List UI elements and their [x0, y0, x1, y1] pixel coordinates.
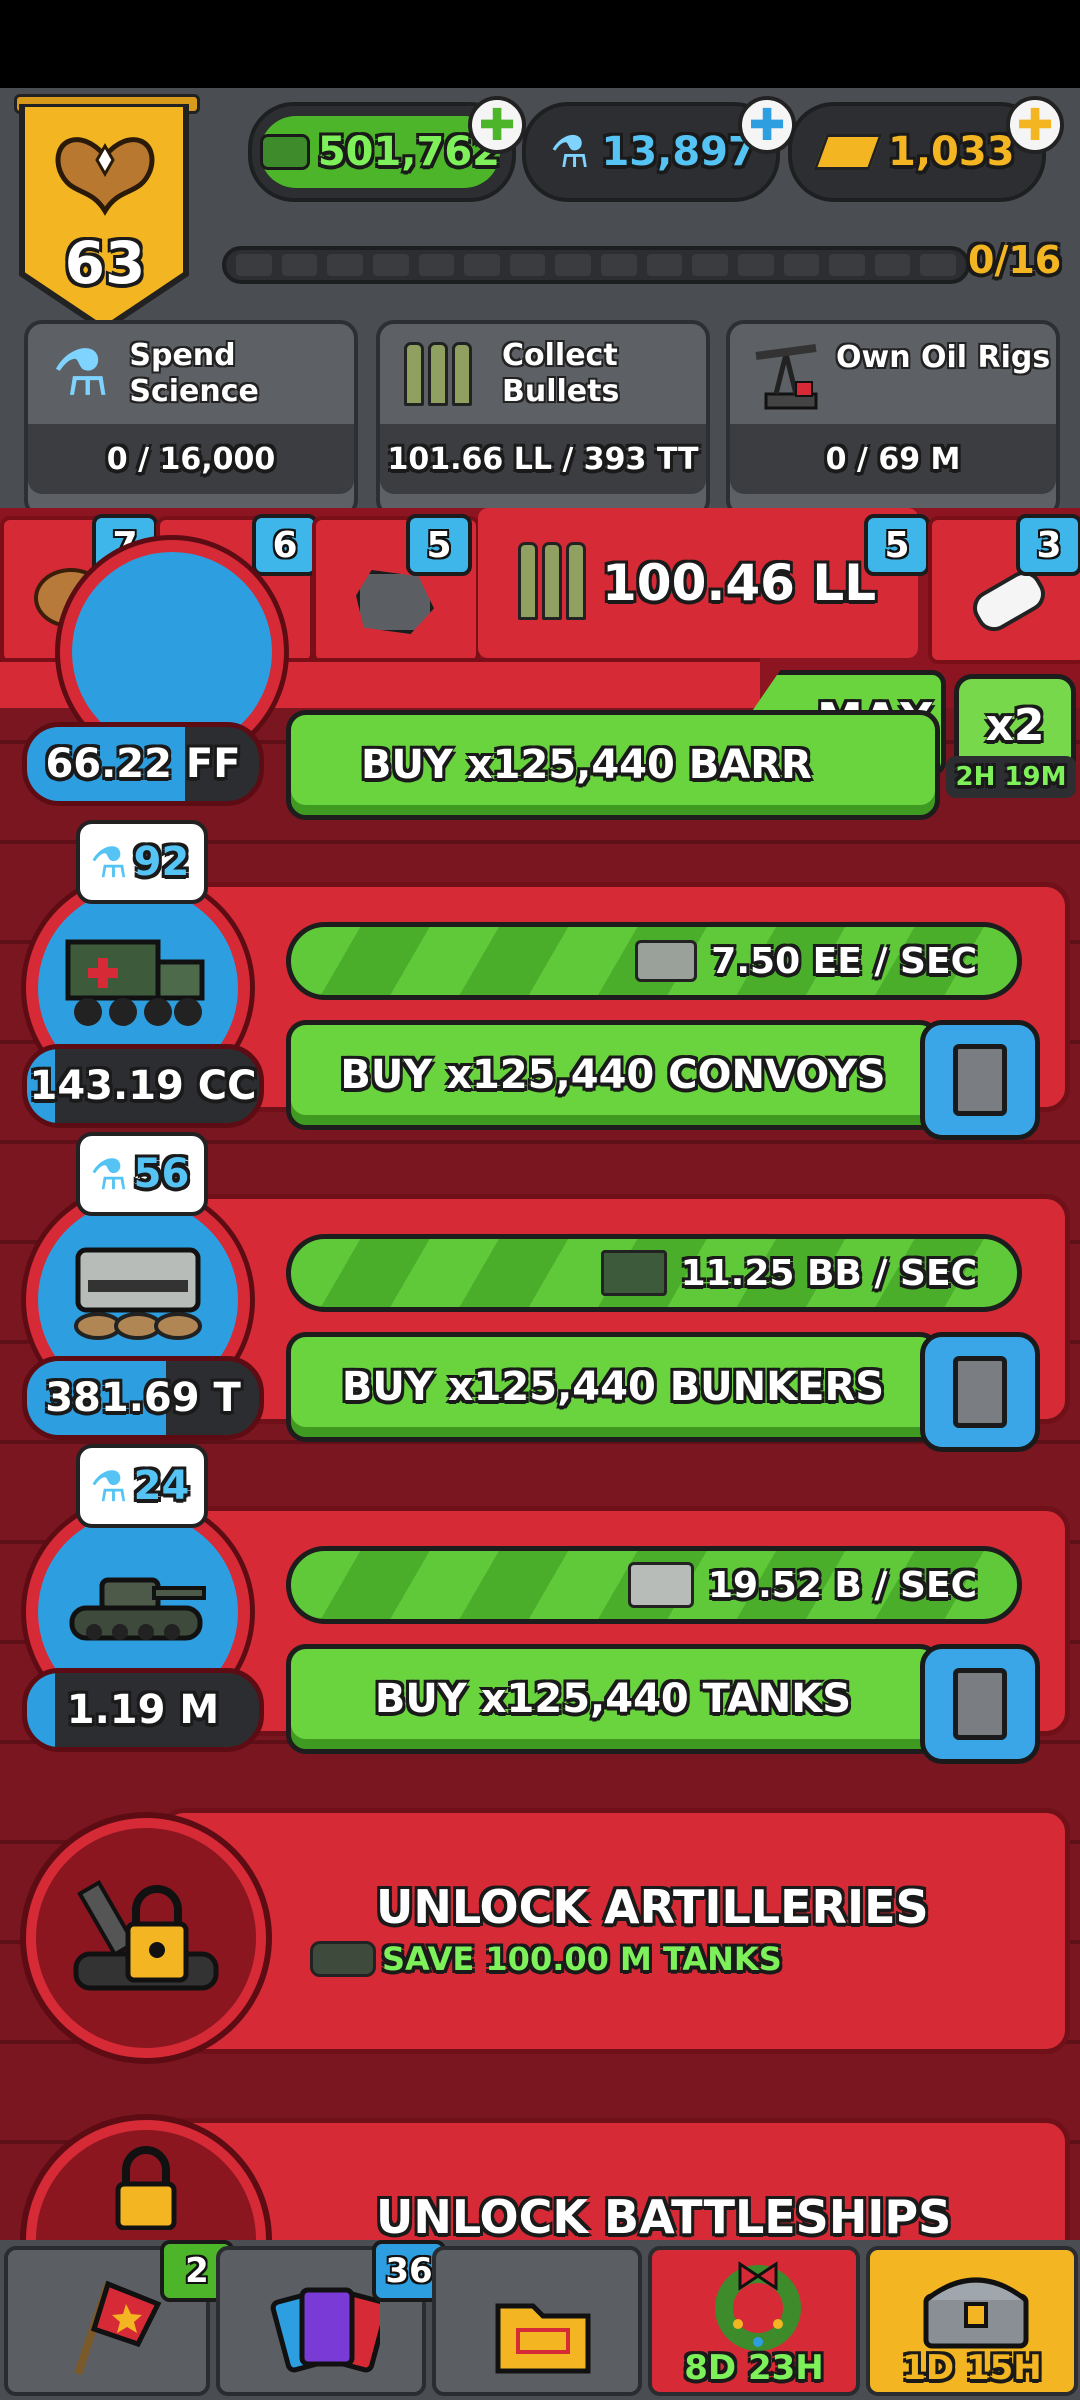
- flask-icon: ⚗: [90, 1149, 128, 1199]
- bottom-nav: 2 36 8D 23H 1D 15H: [0, 2240, 1080, 2400]
- production-bar: 7.50 EE / SEC: [286, 922, 1022, 1000]
- unit-row-convoys: ⚗ 92 7.50 EE / SEC BUY x125,440 CONVOYS …: [0, 820, 1080, 1140]
- production-bar: 11.25 BB / SEC: [286, 1234, 1022, 1312]
- card-icon: [953, 1668, 1007, 1740]
- unit-count: 381.69 T: [22, 1356, 264, 1440]
- folder-icon: [495, 2303, 591, 2374]
- card-icon: [953, 1044, 1007, 1116]
- unlock-title: UNLOCK ARTILLERIES: [376, 1880, 929, 1934]
- bunker-small-icon: [628, 1562, 694, 1608]
- ore-icon: [356, 570, 434, 634]
- goal-progress: 0 / 16,000: [28, 424, 354, 494]
- rank-progress-text: 0/16: [968, 238, 1062, 282]
- chest-icon: [923, 2277, 1029, 2349]
- upgrade-card-button[interactable]: [920, 1332, 1040, 1452]
- gold-bars-icon: [813, 134, 883, 170]
- flask-icon: ⚗: [550, 126, 590, 178]
- tab-badge: 5: [864, 514, 930, 576]
- buy-bunkers-button[interactable]: BUY x125,440 BUNKERS: [286, 1332, 940, 1442]
- wings-icon: [55, 137, 155, 216]
- add-cash-button[interactable]: ✚: [468, 96, 526, 154]
- goal-spend-science[interactable]: ⚗ Spend Science 0 / 16,000: [24, 320, 358, 518]
- cards-icon: [270, 2287, 380, 2373]
- level-banner[interactable]: 63: [0, 94, 210, 334]
- artillery-lock-icon: [26, 1818, 266, 2058]
- card-icon: [953, 1356, 1007, 1428]
- tab-bullets-active[interactable]: 100.46 LL: [478, 508, 918, 658]
- count-fill: [27, 1673, 55, 1747]
- science-badge: ⚗ 56: [76, 1132, 208, 1216]
- tab-badge: 5: [406, 514, 472, 576]
- upgrade-card-button[interactable]: [920, 1020, 1040, 1140]
- goal-collect-bullets[interactable]: Collect Bullets 101.66 LL / 393 TT: [376, 320, 710, 518]
- chest-timer: 1D 15H: [902, 2348, 1042, 2388]
- unit-row-tanks: ⚗ 24 19.52 B / SEC BUY x125,440 TANKS 1.…: [0, 1444, 1080, 1764]
- flask-icon: ⚗: [90, 837, 128, 887]
- convoy-small-icon: [600, 1250, 667, 1296]
- locked-row-artilleries[interactable]: UNLOCK ARTILLERIES SAVE 100.00 M TANKS: [0, 1800, 1080, 2060]
- top-header: 63 501,762 ✚ ⚗ 13,897 ✚ 1,033 ✚ 0/16 ⚗ S…: [0, 88, 1080, 518]
- tab-badge: 3: [1016, 514, 1080, 576]
- unit-count: 66.22 FF: [22, 722, 264, 806]
- unlock-title: UNLOCK BATTLESHIPS: [376, 2190, 952, 2244]
- science-badge: ⚗ 24: [76, 1444, 208, 1528]
- cash-icon: [260, 134, 310, 170]
- bullets-icon: [518, 542, 586, 620]
- rank-progress-bar: [222, 246, 970, 284]
- nav-intel[interactable]: [432, 2246, 642, 2396]
- tab-badge: 6: [252, 514, 318, 576]
- unit-row-barracks: BUY x125,440 BARR 66.22 FF: [0, 540, 1080, 830]
- nav-shop-chest[interactable]: 1D 15H: [866, 2246, 1078, 2396]
- nav-holiday-event[interactable]: 8D 23H: [648, 2246, 860, 2396]
- unit-count: 143.19 CC: [22, 1044, 264, 1128]
- bullets-value: 100.46 LL: [602, 554, 877, 612]
- status-bar: [0, 0, 1080, 88]
- level-number: 63: [64, 229, 146, 297]
- tank-small-icon: [310, 1941, 376, 1977]
- goal-own-oil-rigs[interactable]: Own Oil Rigs 0 / 69 M: [726, 320, 1060, 518]
- bullets-icon: [404, 342, 472, 406]
- buy-barracks-button[interactable]: BUY x125,440 BARR: [286, 710, 940, 820]
- gold-value: 1,033: [888, 129, 1015, 175]
- science-badge: ⚗ 92: [76, 820, 208, 904]
- flag-icon: [74, 2280, 162, 2376]
- goal-progress: 0 / 69 M: [730, 424, 1056, 494]
- add-gold-button[interactable]: ✚: [1006, 96, 1064, 154]
- production-bar: 19.52 B / SEC: [286, 1546, 1022, 1624]
- upgrade-card-button[interactable]: [920, 1644, 1040, 1764]
- goal-progress: 101.66 LL / 393 TT: [380, 424, 706, 494]
- flask-icon: ⚗: [90, 1461, 128, 1511]
- unit-count: 1.19 M: [22, 1668, 264, 1752]
- event-timer: 8D 23H: [684, 2348, 824, 2388]
- locked-row-battleships[interactable]: UNLOCK BATTLESHIPS: [0, 2110, 1080, 2360]
- flask-icon: ⚗: [52, 337, 110, 411]
- unit-row-bunkers: ⚗ 56 11.25 BB / SEC BUY x125,440 BUNKERS…: [0, 1132, 1080, 1452]
- unlock-requirement: SAVE 100.00 M TANKS: [310, 1940, 782, 1978]
- bunker-small-icon: [635, 940, 698, 982]
- buy-convoys-button[interactable]: BUY x125,440 CONVOYS: [286, 1020, 940, 1130]
- wreath-icon: [715, 2261, 801, 2351]
- oil-rig-icon: [755, 344, 818, 410]
- buy-tanks-button[interactable]: BUY x125,440 TANKS: [286, 1644, 940, 1754]
- science-value: 13,897: [601, 129, 756, 175]
